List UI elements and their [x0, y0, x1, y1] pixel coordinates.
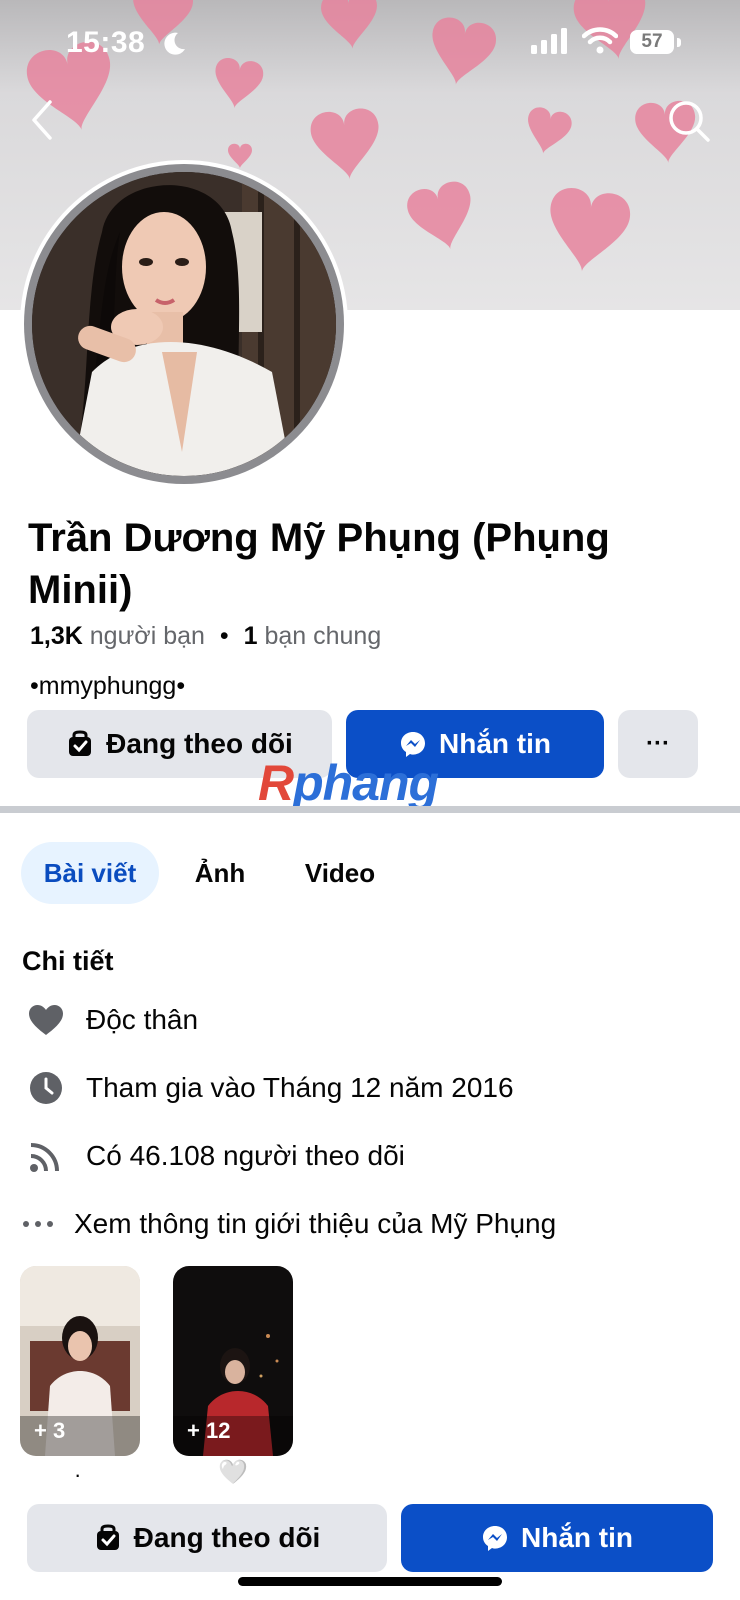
- detail-relationship: Độc thân: [26, 1000, 198, 1040]
- heart-icon: [26, 1000, 66, 1040]
- tab-photos[interactable]: Ảnh: [178, 842, 262, 904]
- more-options-label: ···: [646, 730, 670, 757]
- details-title: Chi tiết: [22, 946, 114, 976]
- profile-name: Trần Dương Mỹ Phụng (Phụng Minii): [28, 516, 610, 612]
- back-arrow-icon[interactable]: [24, 96, 64, 144]
- status-time: 15:38: [66, 26, 146, 59]
- signal-icon: [531, 28, 567, 54]
- message-button-label: Nhắn tin: [439, 728, 551, 759]
- tab-posts[interactable]: Bài viết: [21, 842, 159, 904]
- bottom-message-button[interactable]: Nhắn tin: [401, 1504, 713, 1572]
- friends-label: người bạn: [89, 622, 205, 650]
- featured-story[interactable]: + 3: [20, 1266, 140, 1456]
- friends-count: 1,3K: [30, 622, 83, 650]
- tab-posts-label: Bài viết: [43, 857, 137, 888]
- watermark-first-letter: R: [258, 755, 294, 811]
- detail-joined: Tham gia vào Tháng 12 năm 2016: [26, 1068, 514, 1108]
- battery-tip: [677, 38, 681, 47]
- detail-followers[interactable]: Có 46.108 người theo dõi: [26, 1136, 405, 1176]
- detail-see-about-text: Xem thông tin giới thiệu của Mỹ Phụng: [74, 1208, 557, 1239]
- moon-icon: [164, 32, 185, 55]
- profile-bio: •mmyphungg•: [30, 672, 186, 700]
- rss-icon: [26, 1136, 66, 1176]
- tab-photos-label: Ảnh: [194, 857, 246, 888]
- bottom-following-button[interactable]: Đang theo dõi: [27, 1504, 387, 1572]
- friends-summary[interactable]: 1,3K người bạn • 1 bạn chung: [30, 622, 381, 651]
- featured-story[interactable]: + 12: [173, 1266, 293, 1456]
- watermark-rest: phang: [293, 755, 439, 811]
- tab-video-label: Video: [304, 857, 376, 888]
- bottom-following-label: Đang theo dõi: [133, 1522, 321, 1553]
- wifi-icon: [582, 27, 618, 54]
- avatar-portrait-illustration: [32, 172, 336, 476]
- avatar[interactable]: [32, 172, 336, 476]
- search-icon[interactable]: [664, 96, 714, 146]
- following-check-icon: [94, 1524, 122, 1552]
- more-icon: [20, 1204, 56, 1244]
- messenger-icon: [481, 1524, 509, 1552]
- story-count: + 12: [187, 1418, 231, 1443]
- detail-followers-text: Có 46.108 người theo dõi: [86, 1140, 405, 1171]
- mutual-friends-count: 1: [243, 622, 258, 650]
- story-caption: ·: [74, 1462, 82, 1487]
- story-caption: 🤍: [218, 1459, 248, 1486]
- detail-see-about[interactable]: Xem thông tin giới thiệu của Mỹ Phụng: [20, 1204, 556, 1244]
- story-count: + 3: [34, 1418, 66, 1443]
- detail-joined-text: Tham gia vào Tháng 12 năm 2016: [86, 1072, 514, 1103]
- more-options-button[interactable]: ···: [618, 710, 698, 778]
- home-indicator: [238, 1577, 502, 1586]
- following-check-icon: [66, 730, 94, 758]
- detail-relationship-text: Độc thân: [86, 1004, 199, 1035]
- status-bar: 15:38 57: [0, 0, 740, 90]
- tab-video[interactable]: Video: [284, 842, 396, 904]
- battery-level: 57: [630, 30, 674, 54]
- clock-icon: [26, 1068, 66, 1108]
- watermark-logo: Rphang: [258, 754, 439, 812]
- bottom-message-label: Nhắn tin: [521, 1522, 633, 1553]
- mutual-friends-label: bạn chung: [264, 622, 382, 650]
- section-divider: [0, 806, 740, 813]
